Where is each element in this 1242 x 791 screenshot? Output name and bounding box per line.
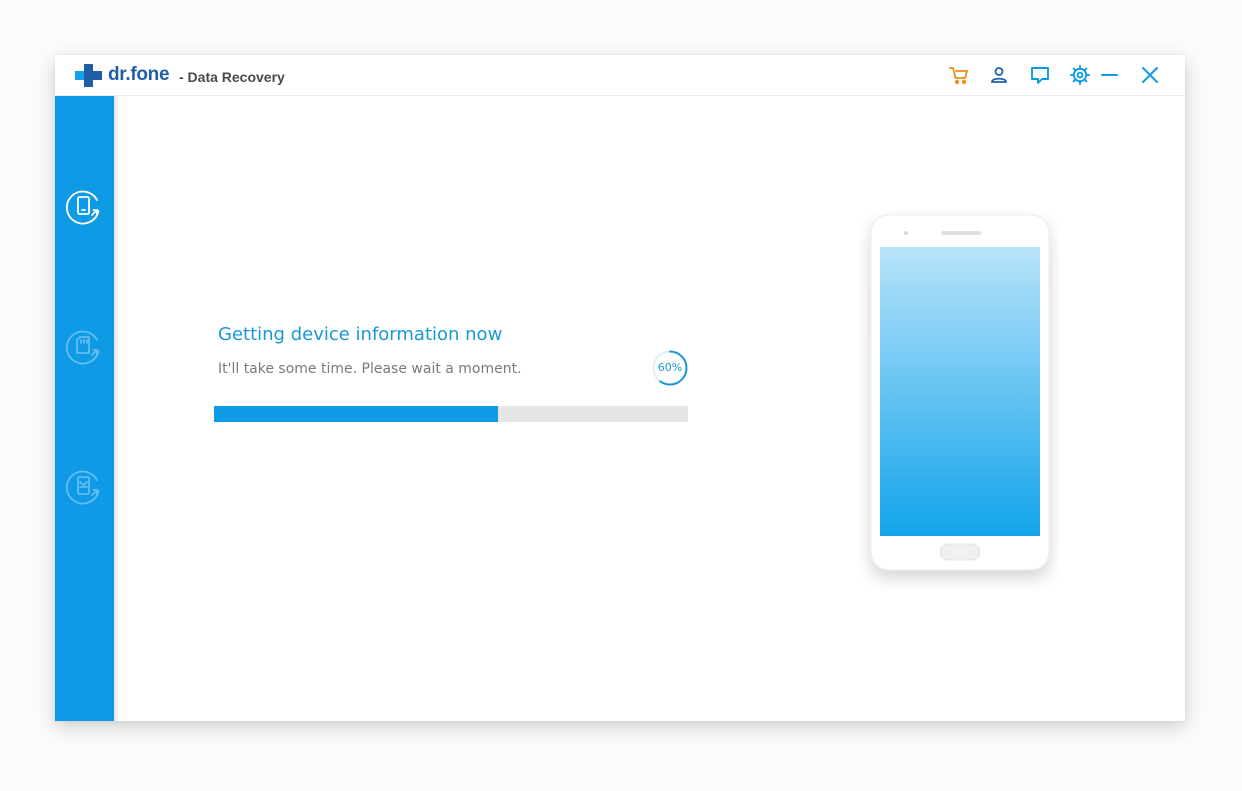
phone-illustration [867,214,1052,571]
cart-icon[interactable] [948,64,970,86]
backup-recover-icon [65,470,100,505]
close-icon[interactable] [1139,64,1161,86]
app-subtitle: - Data Recovery [179,69,285,85]
sidebar-item-phone-recovery[interactable] [65,187,103,225]
progress-bar-fill [214,406,499,422]
title-bar: dr.fone - Data Recovery [55,55,1185,96]
minimize-icon[interactable] [1099,64,1121,86]
account-icon[interactable] [988,64,1010,86]
progress-bar [214,406,688,422]
status-heading: Getting device information now [218,324,503,345]
status-subtext: It'll take some time. Please wait a mome… [218,361,522,377]
phone-recover-icon [65,190,100,225]
brand-name: dr.fone [108,64,170,85]
feedback-icon[interactable] [1029,64,1051,86]
app-window: dr.fone - Data Recovery Getting device i… [55,55,1185,721]
sidebar-item-sd-recovery[interactable] [65,327,103,365]
sd-card-recover-icon [65,330,100,365]
progress-percent: 60% [657,361,683,374]
drfone-logo-icon [75,64,102,87]
sidebar [55,96,120,721]
sidebar-item-backup-recovery[interactable] [65,467,103,505]
settings-icon[interactable] [1069,64,1091,86]
